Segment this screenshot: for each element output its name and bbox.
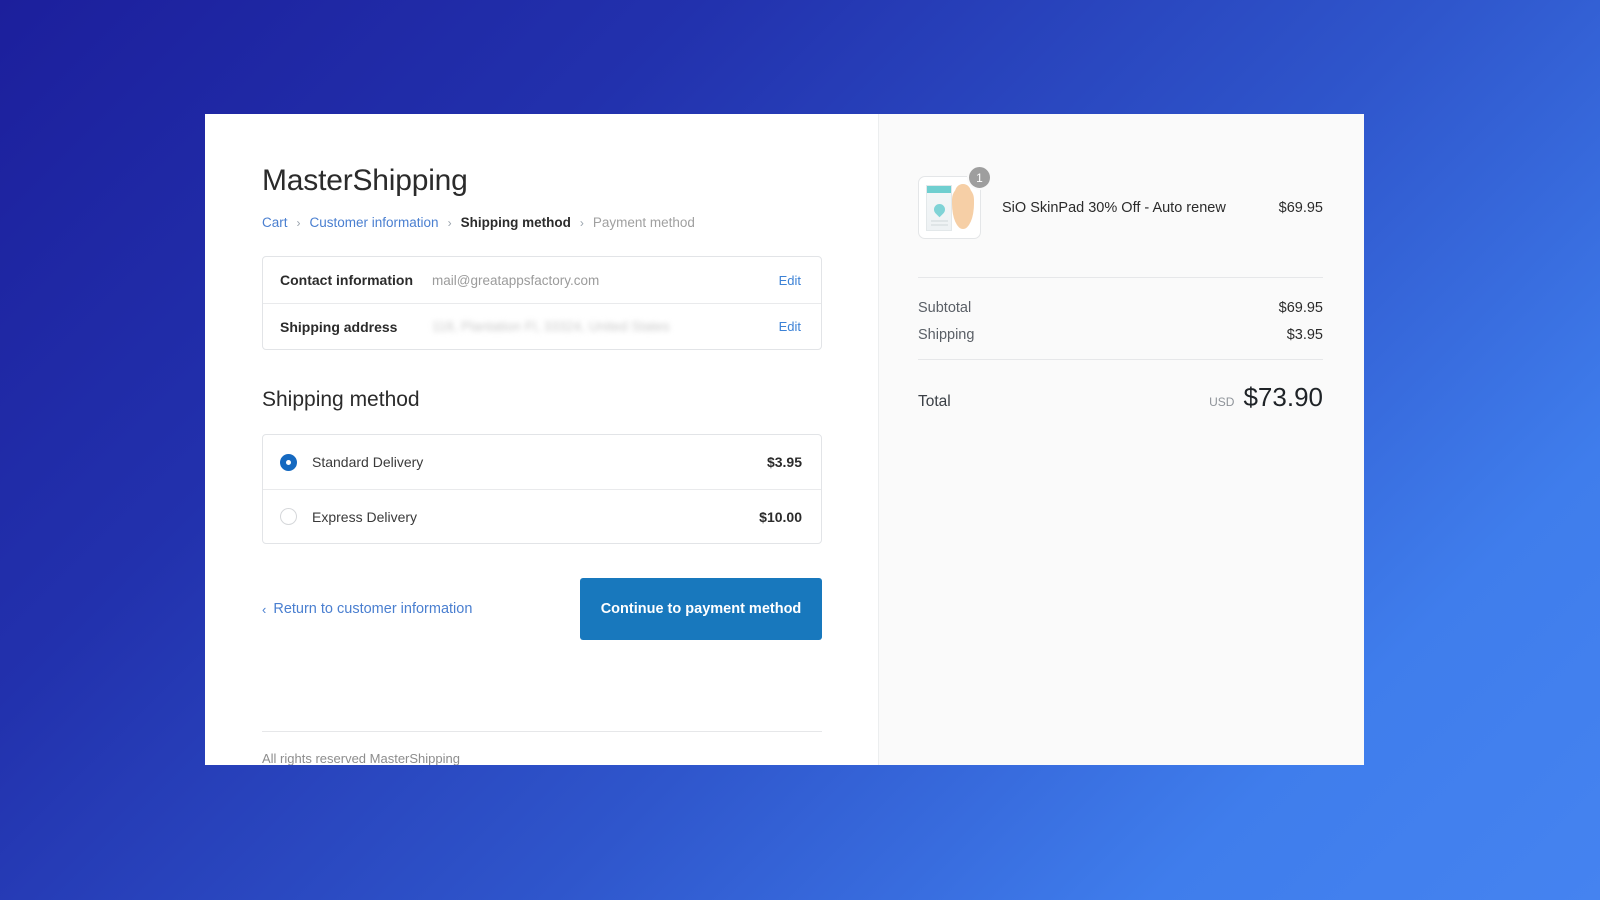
order-totals: Subtotal $69.95 Shipping $3.95 <box>918 300 1323 343</box>
radio-standard-delivery[interactable] <box>280 453 297 471</box>
shipping-method-heading: Shipping method <box>262 388 420 411</box>
order-summary-column: 1 SiO SkinPad 30% Off - Auto renew $69.9… <box>878 114 1364 765</box>
subtotal-row: Subtotal $69.95 <box>918 300 1323 316</box>
breadcrumb-item-customer-information[interactable]: Customer information <box>310 215 439 230</box>
breadcrumb-separator-icon: › <box>447 215 452 230</box>
chevron-left-icon: ‹ <box>262 601 267 617</box>
shipping-option-price: $3.95 <box>766 454 802 470</box>
return-link-label: Return to customer information <box>273 601 473 617</box>
continue-to-payment-method-button[interactable]: Continue to payment method <box>580 578 822 640</box>
edit-contact-information-link[interactable]: Edit <box>779 273 801 288</box>
currency-code: USD <box>1209 395 1235 409</box>
shipping-option-standard-delivery[interactable]: Standard Delivery $3.95 <box>263 435 821 489</box>
breadcrumb-separator-icon: › <box>579 215 584 230</box>
contact-information-label: Contact information <box>280 272 413 288</box>
order-info-box: Contact information mail@greatappsfactor… <box>262 256 822 350</box>
shipping-address-row: Shipping address 118, Plantation Fl, 333… <box>263 303 821 349</box>
skin-pad-shape <box>952 184 974 229</box>
package-text-line <box>931 224 948 226</box>
footer-divider <box>262 731 822 732</box>
grand-total-row: Total USD $73.90 <box>918 382 1323 413</box>
checkout-actions: ‹ Return to customer information Continu… <box>262 578 822 640</box>
grand-total-amount-wrap: USD $73.90 <box>1209 382 1323 413</box>
checkout-main-column: MasterShipping Cart › Customer informati… <box>205 114 878 765</box>
product-package-shape <box>926 185 952 231</box>
shipping-row: Shipping $3.95 <box>918 327 1323 343</box>
shipping-address-label: Shipping address <box>280 318 398 335</box>
radio-express-delivery[interactable] <box>280 508 297 525</box>
contact-information-row: Contact information mail@greatappsfactor… <box>263 257 821 303</box>
edit-shipping-address-link[interactable]: Edit <box>779 319 801 334</box>
product-price: $69.95 <box>1278 199 1323 216</box>
breadcrumb-separator-icon: › <box>296 215 301 230</box>
checkout-card: MasterShipping Cart › Customer informati… <box>205 114 1364 765</box>
product-quantity-badge: 1 <box>967 165 992 190</box>
shipping-option-label: Express Delivery <box>312 508 418 525</box>
breadcrumb: Cart › Customer information › Shipping m… <box>262 215 822 230</box>
summary-divider <box>918 277 1323 278</box>
shipping-label: Shipping <box>918 327 975 343</box>
contact-information-value: mail@greatappsfactory.com <box>432 272 600 288</box>
shipping-option-express-delivery[interactable]: Express Delivery $10.00 <box>263 489 821 543</box>
shipping-amount: $3.95 <box>1286 327 1323 343</box>
water-drop-icon <box>931 201 947 218</box>
order-summary-product-row: 1 SiO SkinPad 30% Off - Auto renew $69.9… <box>918 165 1323 239</box>
product-thumbnail-wrap: 1 <box>918 165 992 239</box>
breadcrumb-item-shipping-method: Shipping method <box>460 215 571 230</box>
grand-total-divider <box>918 359 1323 360</box>
breadcrumb-item-payment-method: Payment method <box>592 215 695 230</box>
shipping-address-value: 118, Plantation Fl, 33324, United States <box>432 319 670 334</box>
package-top-band <box>927 186 951 193</box>
subtotal-label: Subtotal <box>918 300 972 316</box>
grand-total-amount: $73.90 <box>1243 382 1323 412</box>
page-title: MasterShipping <box>262 164 468 197</box>
footer-copyright: All rights reserved MasterShipping <box>262 751 460 765</box>
shipping-method-options: Standard Delivery $3.95 Express Delivery… <box>262 434 822 544</box>
return-to-customer-information-link[interactable]: ‹ Return to customer information <box>262 601 472 617</box>
subtotal-amount: $69.95 <box>1278 300 1323 316</box>
package-text-line <box>931 220 948 222</box>
product-name: SiO SkinPad 30% Off - Auto renew <box>1002 199 1226 216</box>
grand-total-label: Total <box>918 393 951 410</box>
shipping-option-price: $10.00 <box>759 508 802 525</box>
shipping-option-label: Standard Delivery <box>312 454 424 470</box>
breadcrumb-item-cart[interactable]: Cart <box>262 215 288 230</box>
